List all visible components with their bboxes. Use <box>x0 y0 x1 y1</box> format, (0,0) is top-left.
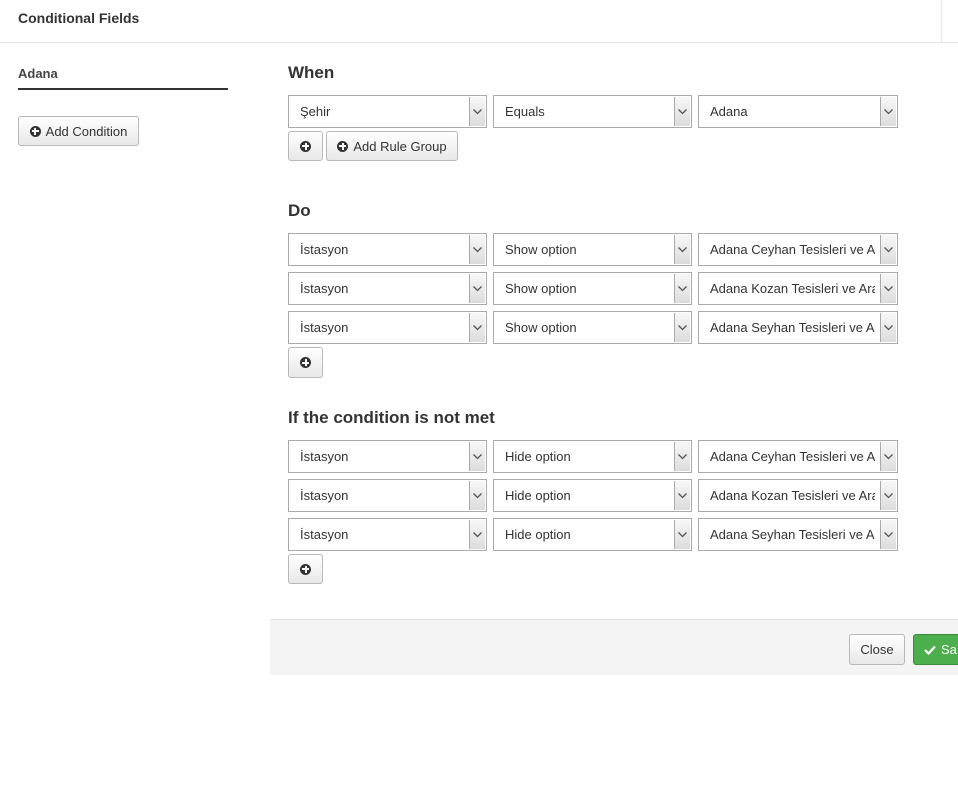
condition-tab-adana[interactable]: Adana <box>18 66 228 90</box>
plus-circle-icon <box>300 357 311 368</box>
when-operator-select[interactable]: Equals <box>493 95 692 128</box>
add-rule-group-label: Add Rule Group <box>353 138 447 154</box>
else-option-select[interactable]: Adana Seyhan Tesisleri ve Ar <box>698 518 898 551</box>
else-action-value: Hide option <box>505 488 571 503</box>
close-button[interactable]: Close <box>849 634 905 665</box>
do-option-value: Adana Kozan Tesisleri ve Ara <box>710 281 875 296</box>
header-divider <box>941 0 942 43</box>
else-field-select[interactable]: İstasyon <box>288 440 487 473</box>
do-field-value: İstasyon <box>300 320 349 335</box>
else-field-value: İstasyon <box>300 488 349 503</box>
chevron-down-icon <box>469 520 485 549</box>
else-option-value: Adana Kozan Tesisleri ve Ara <box>710 488 875 503</box>
do-field-value: İstasyon <box>300 281 349 296</box>
do-option-value: Adana Seyhan Tesisleri ve Ar <box>710 320 875 335</box>
plus-circle-icon <box>337 140 349 152</box>
add-condition-label: Add Condition <box>45 123 128 139</box>
else-option-value: Adana Ceyhan Tesisleri ve Ar <box>710 449 875 464</box>
do-action-select[interactable]: Show option <box>493 233 692 266</box>
chevron-down-icon <box>674 520 690 549</box>
else-field-value: İstasyon <box>300 527 349 542</box>
add-condition-button[interactable]: Add Condition <box>18 116 139 146</box>
chevron-down-icon <box>469 97 485 126</box>
chevron-down-icon <box>880 235 896 264</box>
add-rule-button[interactable] <box>288 131 323 161</box>
do-option-select[interactable]: Adana Ceyhan Tesisleri ve Ar <box>698 233 898 266</box>
else-field-select[interactable]: İstasyon <box>288 518 487 551</box>
do-field-select[interactable]: İstasyon <box>288 311 487 344</box>
do-field-select[interactable]: İstasyon <box>288 233 487 266</box>
do-field-value: İstasyon <box>300 242 349 257</box>
chevron-down-icon <box>880 274 896 303</box>
when-value-value: Adana <box>710 104 748 119</box>
else-action-value: Hide option <box>505 527 571 542</box>
chevron-down-icon <box>674 442 690 471</box>
do-field-select[interactable]: İstasyon <box>288 272 487 305</box>
chevron-down-icon <box>469 481 485 510</box>
chevron-down-icon <box>674 313 690 342</box>
do-action-value: Show option <box>505 242 577 257</box>
else-action-select[interactable]: Hide option <box>493 440 692 473</box>
chevron-down-icon <box>469 274 485 303</box>
do-action-select[interactable]: Show option <box>493 272 692 305</box>
chevron-down-icon <box>469 235 485 264</box>
save-label: Sa <box>941 642 957 657</box>
chevron-down-icon <box>469 442 485 471</box>
else-field-value: İstasyon <box>300 449 349 464</box>
else-action-select[interactable]: Hide option <box>493 479 692 512</box>
add-else-action-button[interactable] <box>288 554 323 584</box>
chevron-down-icon <box>880 313 896 342</box>
do-option-select[interactable]: Adana Kozan Tesisleri ve Ara <box>698 272 898 305</box>
when-operator-value: Equals <box>505 104 545 119</box>
plus-circle-icon <box>300 140 311 152</box>
else-option-value: Adana Seyhan Tesisleri ve Ar <box>710 527 875 542</box>
plus-circle-icon <box>300 563 311 575</box>
do-option-select[interactable]: Adana Seyhan Tesisleri ve Ar <box>698 311 898 344</box>
else-action-select[interactable]: Hide option <box>493 518 692 551</box>
chevron-down-icon <box>880 442 896 471</box>
when-field-select[interactable]: Şehir <box>288 95 487 128</box>
do-action-select[interactable]: Show option <box>493 311 692 344</box>
check-icon <box>924 645 936 655</box>
do-action-value: Show option <box>505 320 577 335</box>
plus-circle-icon <box>29 125 41 137</box>
else-field-select[interactable]: İstasyon <box>288 479 487 512</box>
add-rule-group-button[interactable]: Add Rule Group <box>326 131 458 161</box>
chevron-down-icon <box>880 481 896 510</box>
chevron-down-icon <box>880 97 896 126</box>
do-action-value: Show option <box>505 281 577 296</box>
add-do-action-button[interactable] <box>288 347 323 378</box>
when-field-value: Şehir <box>300 104 331 119</box>
chevron-down-icon <box>674 274 690 303</box>
do-title: Do <box>288 201 311 220</box>
chevron-down-icon <box>674 481 690 510</box>
save-button[interactable]: Sa <box>913 634 958 665</box>
else-title: If the condition is not met <box>288 408 495 427</box>
chevron-down-icon <box>674 235 690 264</box>
chevron-down-icon <box>880 520 896 549</box>
modal-title: Conditional Fields <box>18 10 140 26</box>
chevron-down-icon <box>469 313 485 342</box>
chevron-down-icon <box>674 97 690 126</box>
do-option-value: Adana Ceyhan Tesisleri ve Ar <box>710 242 875 257</box>
modal-header: Conditional Fields <box>0 0 958 43</box>
when-value-select[interactable]: Adana <box>698 95 898 128</box>
else-option-select[interactable]: Adana Ceyhan Tesisleri ve Ar <box>698 440 898 473</box>
when-title: When <box>288 63 335 82</box>
else-option-select[interactable]: Adana Kozan Tesisleri ve Ara <box>698 479 898 512</box>
else-action-value: Hide option <box>505 449 571 464</box>
